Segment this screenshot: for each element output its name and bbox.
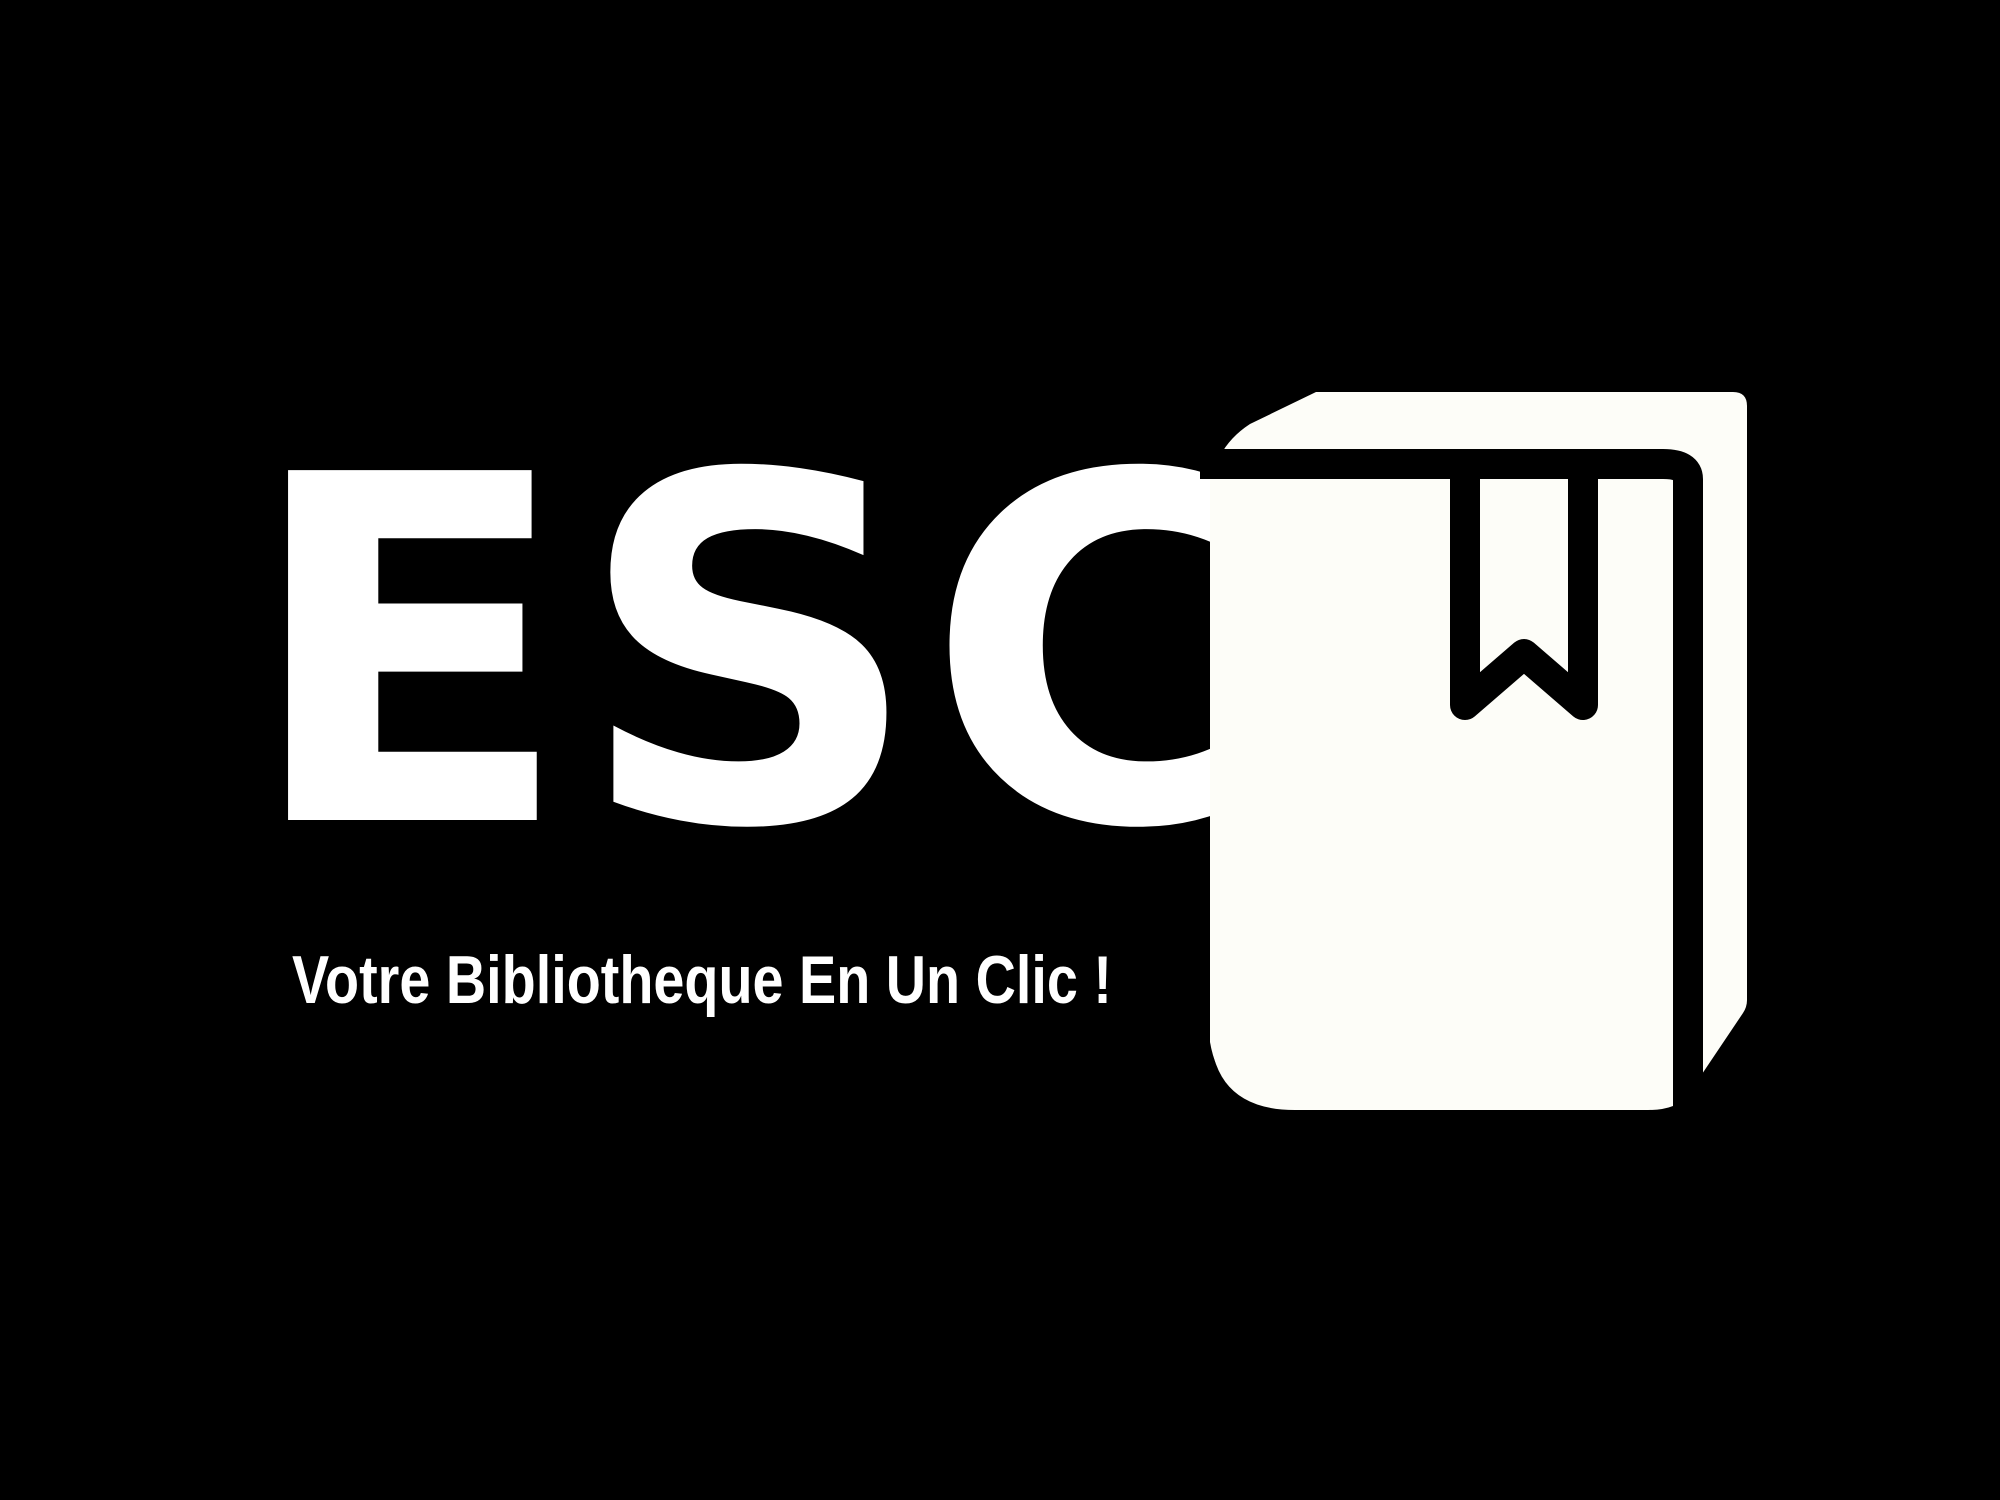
logo-tagline: Votre Bibliotheque En Un Clic !: [292, 942, 1112, 1018]
logo-wordmark: ESC: [244, 375, 1282, 934]
book-front-cover: [1210, 476, 1673, 1110]
logo-canvas: ESC Votre Bibliotheque En Un Clic !: [0, 0, 2000, 1500]
book-with-bookmark-icon: [1200, 392, 1747, 1110]
